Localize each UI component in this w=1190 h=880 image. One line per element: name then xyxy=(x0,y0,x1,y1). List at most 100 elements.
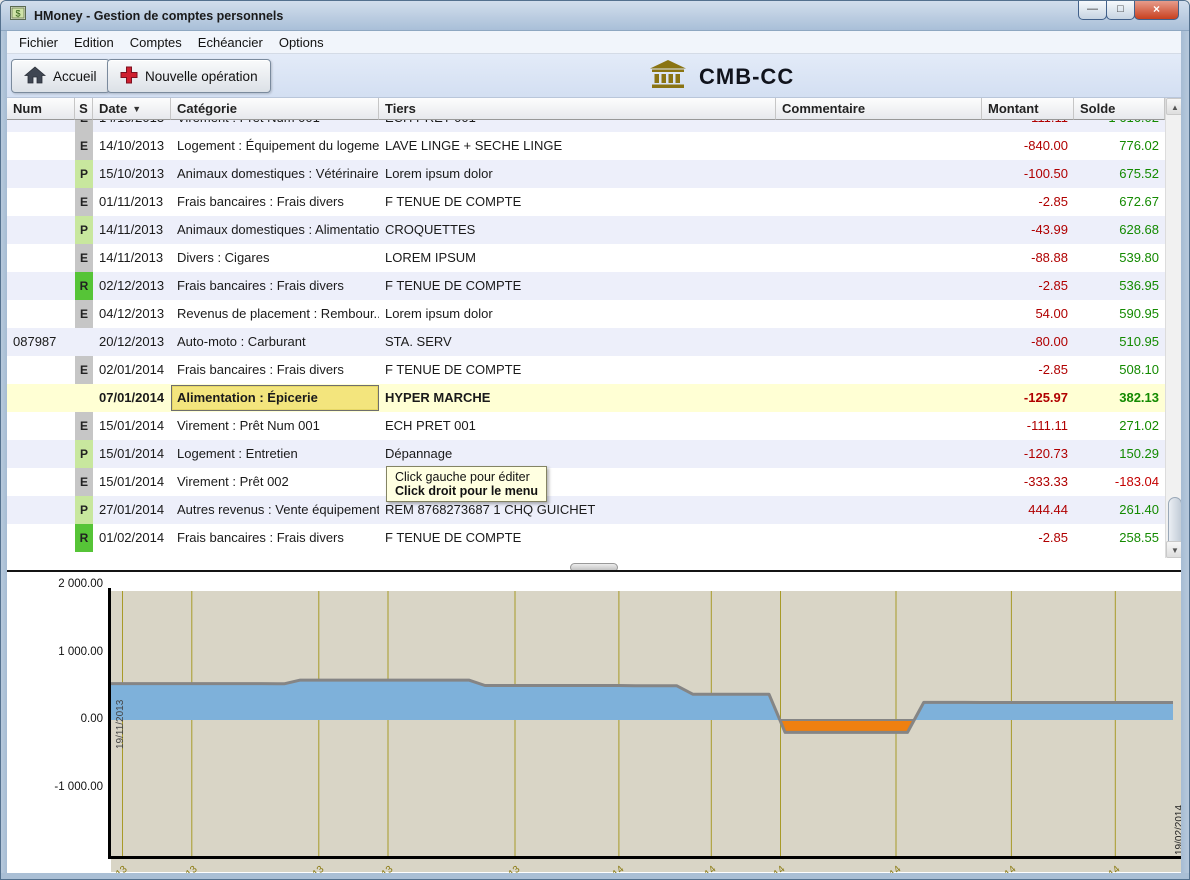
status-badge: P xyxy=(75,440,93,468)
status-badge: E xyxy=(75,188,93,216)
cell-montant: -2.85 xyxy=(982,188,1074,216)
sort-descending-icon: ▼ xyxy=(132,104,141,114)
cell-date: 04/12/2013 xyxy=(93,300,171,328)
cell-solde: 510.95 xyxy=(1074,328,1165,356)
home-button[interactable]: Accueil xyxy=(11,59,110,93)
column-header-date[interactable]: Date▼ xyxy=(93,98,171,120)
cell-category: Autres revenus : Vente équipement... xyxy=(171,496,379,524)
table-row[interactable]: E15/01/2014Virement : Prêt 002-333.33-18… xyxy=(7,468,1165,496)
cell-montant: -2.85 xyxy=(982,272,1074,300)
cell-solde: 271.02 xyxy=(1074,412,1165,440)
cell-montant: 54.00 xyxy=(982,300,1074,328)
cell-date: 14/10/2013 xyxy=(93,132,171,160)
table-row[interactable]: P15/01/2014Logement : EntretienDépannage… xyxy=(7,440,1165,468)
maximize-button[interactable]: □ xyxy=(1106,1,1135,20)
table-row[interactable]: E14/10/2013Virement : Prêt Num 001ECH PR… xyxy=(7,120,1165,132)
table-row[interactable]: R02/12/2013Frais bancaires : Frais diver… xyxy=(7,272,1165,300)
table-row[interactable]: P14/11/2013Animaux domestiques : Aliment… xyxy=(7,216,1165,244)
status-badge: E xyxy=(75,412,93,440)
column-header-num[interactable]: Num xyxy=(7,98,75,120)
close-button[interactable]: × xyxy=(1134,1,1179,20)
cell-comment xyxy=(776,120,982,132)
table-row[interactable]: P27/01/2014Autres revenus : Vente équipe… xyxy=(7,496,1165,524)
window-frame-right xyxy=(1181,31,1189,879)
cell-tiers: F TENUE DE COMPTE xyxy=(379,356,776,384)
app-window: $ HMoney - Gestion de comptes personnels… xyxy=(0,0,1190,880)
splitter[interactable] xyxy=(7,558,1181,576)
cell-montant: -333.33 xyxy=(982,468,1074,496)
table-row[interactable]: E04/12/2013Revenus de placement : Rembou… xyxy=(7,300,1165,328)
column-header-solde[interactable]: Solde xyxy=(1074,98,1165,120)
cell-num xyxy=(7,132,75,160)
menu-edition[interactable]: Edition xyxy=(66,32,122,53)
column-header-label: Solde xyxy=(1080,101,1115,116)
table-row[interactable]: 08798720/12/2013Auto-moto : CarburantSTA… xyxy=(7,328,1165,356)
column-header-s[interactable]: S xyxy=(75,98,93,120)
status-badge: R xyxy=(75,272,93,300)
cell-category: Alimentation : Épicerie xyxy=(171,384,379,412)
cell-comment xyxy=(776,244,982,272)
table-row[interactable]: E02/01/2014Frais bancaires : Frais diver… xyxy=(7,356,1165,384)
new-operation-button[interactable]: Nouvelle opération xyxy=(107,59,271,93)
table-row[interactable]: R01/02/2014Frais bancaires : Frais diver… xyxy=(7,524,1165,552)
minimize-button[interactable]: — xyxy=(1078,1,1107,20)
home-button-label: Accueil xyxy=(53,69,97,84)
plot-background xyxy=(111,591,1183,872)
cell-tiers: CROQUETTES xyxy=(379,216,776,244)
cell-comment xyxy=(776,468,982,496)
cell-comment xyxy=(776,300,982,328)
cell-solde: 539.80 xyxy=(1074,244,1165,272)
cell-montant: -2.85 xyxy=(982,356,1074,384)
account-header: CMB-CC xyxy=(649,60,794,94)
menu-echeancier[interactable]: Echéancier xyxy=(190,32,271,53)
table-row[interactable]: 07/01/2014Alimentation : ÉpicerieHYPER M… xyxy=(7,384,1165,412)
column-header-montant[interactable]: Montant xyxy=(982,98,1074,120)
cell-num xyxy=(7,412,75,440)
menu-options[interactable]: Options xyxy=(271,32,332,53)
cell-solde: 261.40 xyxy=(1074,496,1165,524)
menu-comptes[interactable]: Comptes xyxy=(122,32,190,53)
status-badge: P xyxy=(75,216,93,244)
y-axis xyxy=(108,588,111,859)
title-bar[interactable]: $ HMoney - Gestion de comptes personnels… xyxy=(1,1,1189,31)
status-cell: E xyxy=(75,468,93,496)
cell-tiers: ECH PRET 001 xyxy=(379,412,776,440)
row-tooltip: Click gauche pour éditer Click droit pou… xyxy=(386,466,547,502)
status-cell: R xyxy=(75,272,93,300)
table-row[interactable]: E14/10/2013Logement : Équipement du loge… xyxy=(7,132,1165,160)
column-header-tiers[interactable]: Tiers xyxy=(379,98,776,120)
window-frame-left xyxy=(1,31,7,879)
cell-category: Auto-moto : Carburant xyxy=(171,328,379,356)
category-edit-box[interactable]: Alimentation : Épicerie xyxy=(171,385,379,411)
status-badge: E xyxy=(75,468,93,496)
cell-montant: 444.44 xyxy=(982,496,1074,524)
column-header-categorie[interactable]: Catégorie xyxy=(171,98,379,120)
table-row[interactable]: E15/01/2014Virement : Prêt Num 001ECH PR… xyxy=(7,412,1165,440)
status-cell: P xyxy=(75,440,93,468)
cell-num xyxy=(7,524,75,552)
menu-bar: FichierEditionComptesEchéancierOptions xyxy=(7,31,1181,54)
table-row[interactable]: E01/11/2013Frais bancaires : Frais diver… xyxy=(7,188,1165,216)
cell-num xyxy=(7,468,75,496)
table-row[interactable]: P15/10/2013Animaux domestiques : Vétérin… xyxy=(7,160,1165,188)
chart-start-date-label: 19/11/2013 xyxy=(115,700,126,749)
cell-num xyxy=(7,188,75,216)
cell-comment xyxy=(776,328,982,356)
cell-num xyxy=(7,160,75,188)
cell-num: 087987 xyxy=(7,328,75,356)
balance-chart: 19/11/2013 19/02/2014 2 000.001 000.000.… xyxy=(7,576,1183,874)
cell-category: Virement : Prêt Num 001 xyxy=(171,120,379,132)
status-badge: P xyxy=(75,496,93,524)
menu-fichier[interactable]: Fichier xyxy=(11,32,66,53)
cell-solde: 508.10 xyxy=(1074,356,1165,384)
column-header-label: Num xyxy=(13,101,42,116)
cell-num xyxy=(7,356,75,384)
cell-tiers: STA. SERV xyxy=(379,328,776,356)
cell-comment xyxy=(776,524,982,552)
cell-solde: 672.67 xyxy=(1074,188,1165,216)
column-header-commentaire[interactable]: Commentaire xyxy=(776,98,982,120)
cell-date: 15/01/2014 xyxy=(93,412,171,440)
table-row[interactable]: E14/11/2013Divers : CigaresLOREM IPSUM-8… xyxy=(7,244,1165,272)
table-header: Num SDate▼CatégorieTiersCommentaireMontan… xyxy=(7,98,1165,120)
cell-montant: -840.00 xyxy=(982,132,1074,160)
